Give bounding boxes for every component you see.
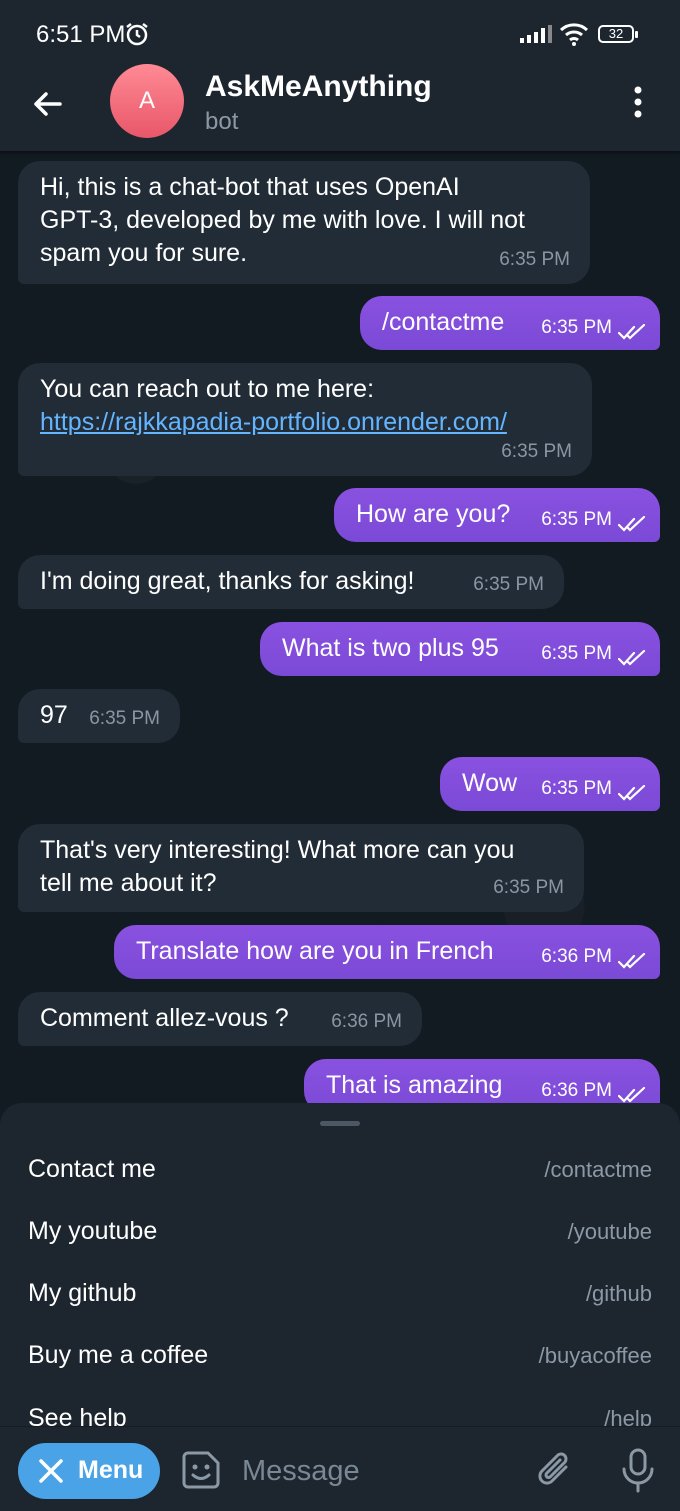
read-ticks-icon (618, 785, 646, 801)
menu-label: Menu (78, 1456, 144, 1484)
message-bubble[interactable]: Hi, this is a chat-bot that uses OpenAI … (18, 161, 590, 284)
attach-icon[interactable] (536, 1449, 576, 1496)
message-time: 6:36 PM (541, 1080, 612, 1101)
chat-title[interactable]: AskMeAnything (205, 70, 432, 104)
message-text: Hi, this is a chat-bot that uses OpenAI … (40, 173, 525, 267)
message-text: That's very interesting! What more can y… (40, 836, 515, 897)
wifi-icon (559, 22, 589, 51)
signal-icon (520, 25, 552, 48)
message-bubble[interactable]: How are you? 6:35 PM (334, 488, 660, 542)
message-input[interactable] (242, 1449, 512, 1493)
status-time: 6:51 PM (36, 21, 126, 48)
read-ticks-icon (618, 650, 646, 666)
command-row-help[interactable]: See help /help (0, 1391, 680, 1426)
message-time: 6:36 PM (331, 1011, 402, 1032)
message-time: 6:35 PM (499, 249, 570, 270)
message-time: 6:35 PM (501, 441, 572, 462)
message-time: 6:36 PM (541, 946, 612, 967)
message-list[interactable]: Hi, this is a chat-bot that uses OpenAI … (0, 151, 680, 1103)
message-text: You can reach out to me here: (40, 375, 375, 403)
command-label: My youtube (28, 1217, 158, 1245)
message-bubble[interactable]: What is two plus 95 6:35 PM (260, 622, 660, 676)
command-code: /contactme (544, 1157, 652, 1182)
message-link[interactable]: https://rajkkapadia-portfolio.onrender.c… (40, 408, 507, 436)
message-time: 6:35 PM (493, 877, 564, 898)
message-bubble[interactable]: You can reach out to me here: https://ra… (18, 363, 592, 476)
message-time: 6:35 PM (473, 574, 544, 595)
command-code: /youtube (567, 1219, 652, 1244)
command-label: Contact me (28, 1155, 156, 1183)
input-bar: Menu (0, 1426, 680, 1511)
read-ticks-icon (618, 953, 646, 969)
message-time: 6:35 PM (89, 708, 160, 729)
message-text: I'm doing great, thanks for asking! (40, 567, 415, 595)
alarm-icon (124, 21, 150, 52)
command-row-contactme[interactable]: Contact me /contactme (0, 1142, 680, 1204)
command-row-buyacoffee[interactable]: Buy me a coffee /buyacoffee (0, 1328, 680, 1390)
command-label: My github (28, 1279, 137, 1307)
message-bubble[interactable]: Wow 6:35 PM (440, 757, 660, 811)
close-icon (39, 1459, 63, 1483)
drag-handle[interactable] (320, 1121, 360, 1126)
microphone-icon[interactable] (620, 1447, 656, 1498)
back-button[interactable] (26, 82, 70, 126)
message-bubble[interactable]: Comment allez-vous ? 6:36 PM (18, 992, 422, 1046)
chat-header: A AskMeAnything bot (0, 64, 680, 151)
message-time: 6:35 PM (541, 643, 612, 664)
sticker-icon[interactable] (180, 1449, 222, 1496)
avatar[interactable]: A (110, 64, 184, 138)
read-ticks-icon (618, 516, 646, 532)
read-ticks-icon (618, 1087, 646, 1103)
message-time: 6:35 PM (541, 778, 612, 799)
command-row-github[interactable]: My github /github (0, 1266, 680, 1328)
command-code: /buyacoffee (538, 1343, 652, 1368)
menu-button[interactable]: Menu (18, 1443, 160, 1499)
command-code: /github (585, 1281, 652, 1306)
message-bubble[interactable]: /contactme 6:35 PM (360, 296, 660, 350)
chat-subtitle: bot (205, 108, 239, 135)
battery-icon: 32 (598, 25, 638, 43)
message-bubble[interactable]: 97 6:35 PM (18, 689, 180, 743)
message-time: 6:35 PM (541, 509, 612, 530)
message-bubble[interactable]: Translate how are you in French 6:36 PM (114, 925, 660, 979)
command-code: /help (604, 1406, 652, 1426)
message-bubble[interactable]: That is amazing 6:36 PM (304, 1059, 660, 1103)
message-bubble[interactable]: I'm doing great, thanks for asking! 6:35… (18, 555, 564, 609)
command-row-youtube[interactable]: My youtube /youtube (0, 1204, 680, 1266)
status-bar: 6:51 PM 32 (0, 0, 680, 66)
command-label: Buy me a coffee (28, 1341, 209, 1369)
command-label: See help (28, 1404, 127, 1426)
message-time: 6:35 PM (541, 317, 612, 338)
message-bubble[interactable]: That's very interesting! What more can y… (18, 824, 584, 912)
read-ticks-icon (618, 324, 646, 340)
bot-commands-menu: Contact me /contactme My youtube /youtub… (0, 1103, 680, 1426)
more-options-icon[interactable] (622, 82, 654, 122)
